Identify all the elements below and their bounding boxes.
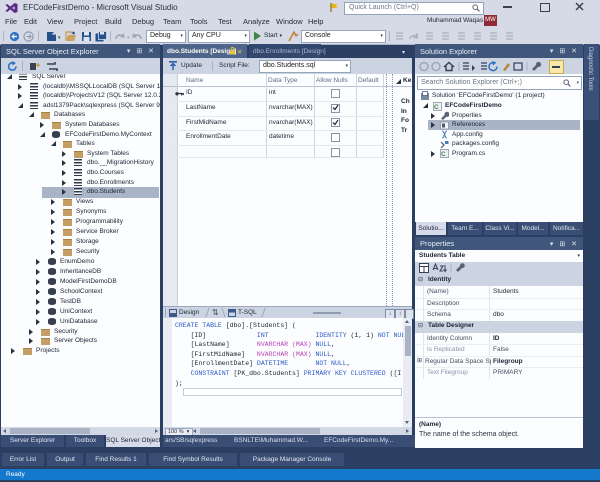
svg-text:C: C [434, 104, 439, 111]
svg-text:C: C [441, 151, 446, 158]
